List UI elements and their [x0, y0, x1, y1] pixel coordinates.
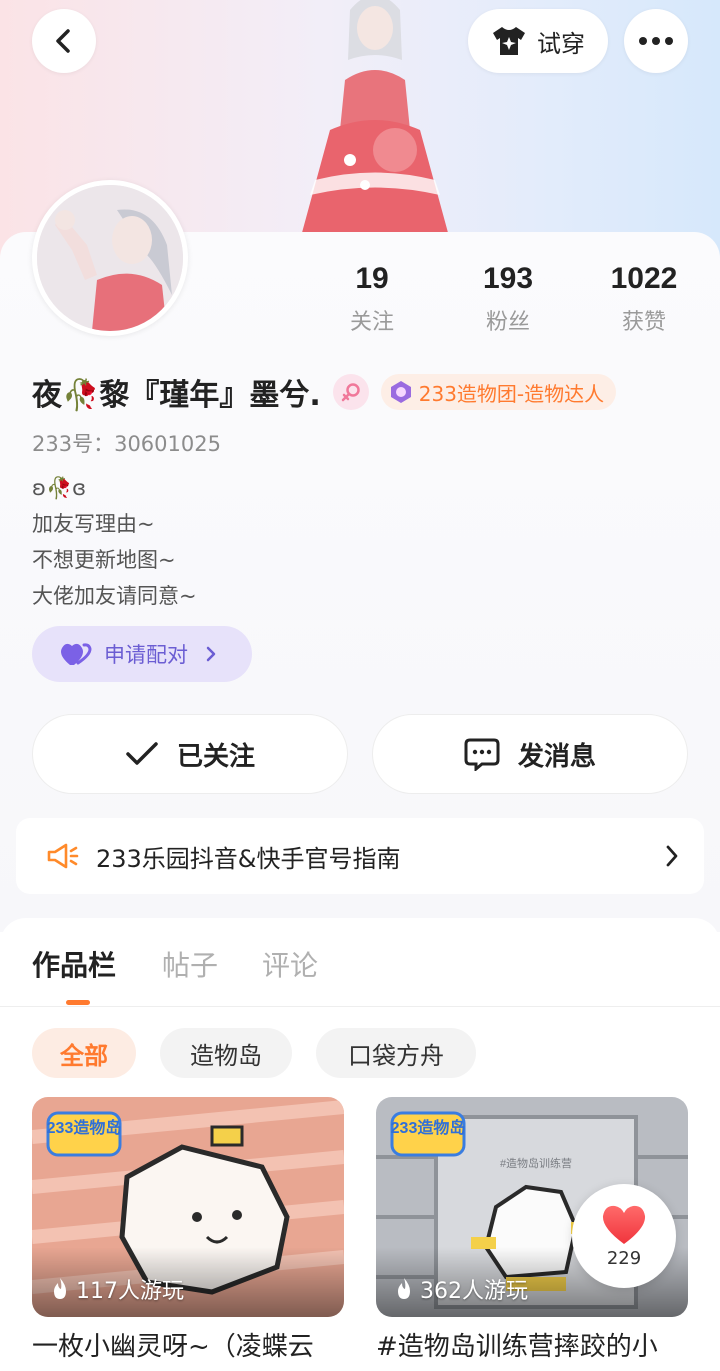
- stat-followers[interactable]: 193 粉丝: [448, 262, 568, 336]
- title-badge[interactable]: 233造物团-造物达人: [380, 374, 617, 410]
- flame-icon: [54, 1278, 66, 1299]
- announcement-text: 233乐园抖音&快手官号指南: [96, 844, 401, 873]
- followed-button[interactable]: 已关注: [32, 714, 348, 794]
- filter-pocket-ark[interactable]: 口袋方舟: [316, 1028, 476, 1078]
- stat-value: 193: [482, 262, 534, 295]
- more-dots-icon: [639, 37, 673, 45]
- work-card[interactable]: 233造物岛 117人游玩: [32, 1097, 344, 1317]
- avatar[interactable]: [32, 180, 188, 336]
- more-button[interactable]: [624, 9, 688, 73]
- try-on-label: 试穿: [537, 29, 585, 58]
- try-on-button[interactable]: 试穿: [468, 9, 608, 73]
- title-badge-label: 233造物团-造物达人: [418, 381, 605, 406]
- request-pair-button[interactable]: 申请配对: [32, 626, 252, 682]
- logo-text: 233造物岛: [47, 1118, 122, 1137]
- bio-line: 不想更新地图~: [32, 548, 176, 572]
- filter-creation-island[interactable]: 造物岛: [160, 1028, 292, 1078]
- back-button[interactable]: [32, 9, 96, 73]
- bio-line: 大佬加友请同意~: [32, 584, 197, 608]
- tabs-divider: [0, 1006, 720, 1007]
- heart-icon: [602, 1205, 646, 1244]
- tshirt-icon: [493, 27, 525, 55]
- chevron-right-icon: [666, 845, 678, 867]
- stat-value: 1022: [610, 262, 678, 295]
- flame-icon: [398, 1278, 410, 1299]
- stat-following[interactable]: 19 关注: [312, 262, 432, 336]
- bio-line: 加友写理由~: [32, 512, 155, 536]
- followed-label: 已关注: [176, 741, 255, 772]
- user-name: 夜🥀黎『瑾年』墨兮.: [32, 378, 321, 413]
- check-icon: [126, 742, 158, 765]
- request-pair-label: 申请配对: [104, 643, 188, 667]
- creation-island-logo-icon: 233造物岛: [46, 1111, 122, 1157]
- play-count-text: 362人游玩: [420, 1279, 528, 1304]
- double-heart-icon: [61, 643, 92, 665]
- back-chevron-icon: [56, 29, 70, 53]
- play-count: 117人游玩: [50, 1273, 184, 1305]
- bio-line: ʚ🥀ɞ: [32, 476, 87, 500]
- like-count: 229: [606, 1247, 642, 1269]
- send-message-label: 发消息: [517, 741, 596, 772]
- active-tab-indicator: [66, 1000, 90, 1005]
- stat-label: 关注: [349, 310, 394, 335]
- logo-text: 233造物岛: [391, 1118, 466, 1137]
- name-row: 夜🥀黎『瑾年』墨兮. 233造物团-造物达人: [32, 370, 617, 414]
- announcement-banner[interactable]: 233乐园抖音&快手官号指南: [16, 818, 704, 894]
- avatar-character-image: [37, 185, 183, 331]
- tab-posts[interactable]: 帖子: [162, 944, 218, 984]
- work-title[interactable]: #造物岛训练营摔跤的小: [376, 1326, 696, 1363]
- chevron-right-icon: [206, 646, 216, 662]
- play-count: 362人游玩: [394, 1273, 528, 1305]
- creator-badge-icon: [390, 381, 411, 403]
- stat-label: 获赞: [621, 310, 666, 335]
- tab-works[interactable]: 作品栏: [32, 944, 116, 984]
- work-title[interactable]: 一枚小幽灵呀~（凌蝶云: [32, 1326, 352, 1363]
- user-id: 233号：30601025: [32, 432, 221, 456]
- user-bio: ʚ🥀ɞ 加友写理由~ 不想更新地图~ 大佬加友请同意~: [32, 470, 197, 614]
- chat-bubble-icon: [464, 738, 500, 771]
- play-count-text: 117人游玩: [76, 1279, 184, 1304]
- female-gender-icon: [332, 374, 369, 410]
- creation-island-logo-icon: 233造物岛: [390, 1111, 466, 1157]
- send-message-button[interactable]: 发消息: [372, 714, 688, 794]
- sign-text: #造物岛训练营: [500, 1156, 572, 1170]
- filter-all[interactable]: 全部: [32, 1028, 136, 1078]
- avatar-3d-figure: [300, 0, 450, 240]
- stat-value: 19: [355, 262, 389, 295]
- megaphone-icon: [47, 843, 79, 869]
- stat-label: 粉丝: [485, 310, 530, 335]
- like-bubble[interactable]: 229: [572, 1184, 676, 1288]
- stat-likes[interactable]: 1022 获赞: [584, 262, 704, 336]
- tab-comments[interactable]: 评论: [262, 944, 318, 984]
